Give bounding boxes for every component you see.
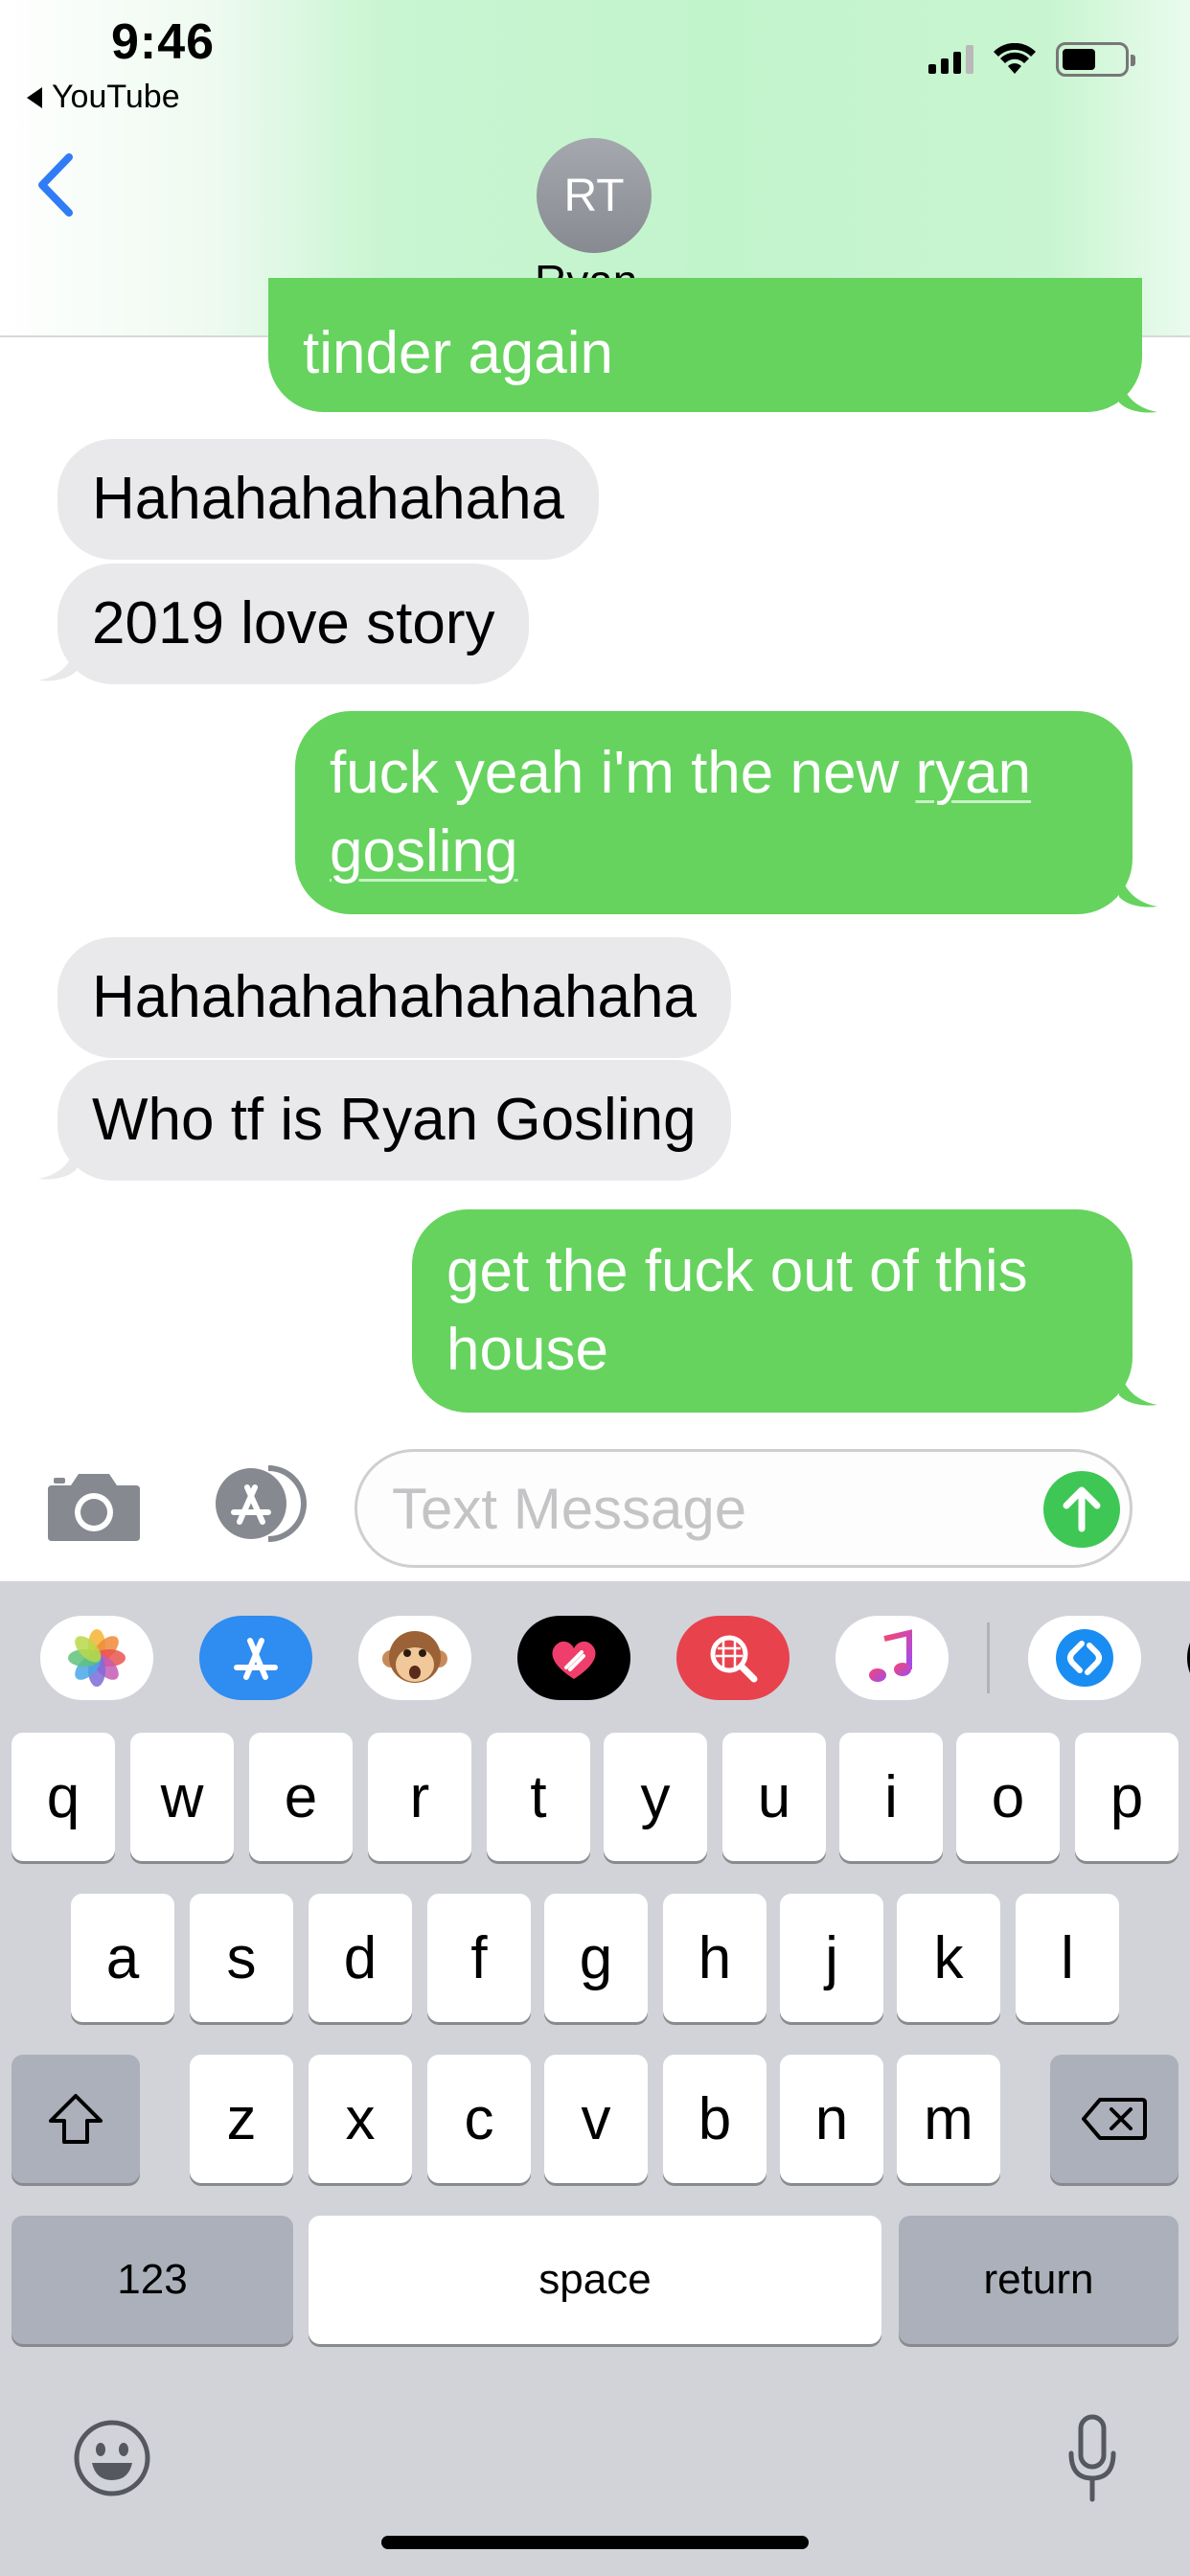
music-app-button[interactable] — [835, 1616, 949, 1700]
shazam-app-button[interactable] — [1028, 1616, 1141, 1700]
received-tail — [38, 644, 77, 681]
shift-icon — [49, 2094, 103, 2144]
digital-touch-app-button[interactable] — [517, 1616, 630, 1700]
imessage-app-drawer — [0, 1581, 1190, 1735]
send-button[interactable] — [1043, 1471, 1120, 1548]
contact-avatar[interactable]: RT — [537, 138, 652, 253]
key-e[interactable]: e — [249, 1733, 353, 1861]
status-time: 9:46 — [111, 14, 216, 70]
image-search-app-button[interactable] — [676, 1616, 790, 1700]
battery-icon — [1056, 42, 1135, 77]
key-a[interactable]: a — [71, 1894, 174, 2022]
arrow-up-icon — [1063, 1486, 1101, 1532]
status-icons — [928, 42, 1135, 77]
message-text-field[interactable] — [355, 1449, 1133, 1568]
numbers-key[interactable]: 123 — [11, 2216, 293, 2344]
app-store-icon — [234, 1638, 278, 1680]
key-s[interactable]: s — [190, 1894, 293, 2022]
avatar-initials: RT — [563, 170, 625, 221]
message-input[interactable] — [392, 1475, 967, 1542]
key-u[interactable]: u — [722, 1733, 826, 1861]
key-g[interactable]: g — [544, 1894, 648, 2022]
sent-message-bubble[interactable]: tinder again — [268, 278, 1142, 412]
back-chevron-icon[interactable] — [33, 151, 77, 218]
key-m[interactable]: m — [897, 2055, 1000, 2183]
space-key[interactable]: space — [309, 2216, 881, 2344]
photos-icon — [68, 1629, 126, 1687]
delete-icon — [1082, 2098, 1147, 2140]
back-to-app-link[interactable]: YouTube — [27, 79, 180, 116]
photos-app-button[interactable] — [40, 1616, 153, 1700]
keyboard: q w e r t y u i o p a s d f g h j k l z … — [0, 1581, 1190, 2576]
return-key[interactable]: return — [899, 2216, 1179, 2344]
received-message-bubble[interactable]: 2019 love story — [57, 564, 530, 684]
key-r[interactable]: r — [368, 1733, 471, 1861]
message-text: Hahahahahahahahaha — [92, 964, 697, 1030]
shift-key[interactable] — [11, 2055, 140, 2183]
app-store-app-button[interactable] — [199, 1616, 312, 1700]
key-c[interactable]: c — [427, 2055, 531, 2183]
key-l[interactable]: l — [1016, 1894, 1119, 2022]
key-z[interactable]: z — [190, 2055, 293, 2183]
sent-tail — [1119, 870, 1157, 908]
message-text: tinder again — [303, 320, 614, 386]
key-v[interactable]: v — [544, 2055, 648, 2183]
received-message-bubble[interactable]: Hahahahahahaha — [57, 439, 600, 560]
key-w[interactable]: w — [130, 1733, 234, 1861]
key-k[interactable]: k — [897, 1894, 1000, 2022]
animoji-icon — [382, 1631, 447, 1683]
music-icon — [869, 1629, 912, 1682]
message-text: house — [446, 1317, 608, 1383]
key-x[interactable]: x — [309, 2055, 412, 2183]
app-store-drawer-icon[interactable] — [201, 1460, 307, 1547]
received-message-bubble[interactable]: Who tf is Ryan Gosling — [57, 1060, 731, 1181]
key-y[interactable]: y — [604, 1733, 707, 1861]
message-text: Hahahahahahaha — [92, 466, 565, 532]
back-app-label: YouTube — [52, 79, 180, 115]
key-i[interactable]: i — [839, 1733, 943, 1861]
sent-tail — [1119, 1368, 1157, 1406]
sent-message-bubble[interactable]: fuck yeah i'm the new ryan gosling — [295, 711, 1133, 914]
dictation-mic-icon[interactable] — [1064, 2413, 1121, 2505]
compose-bar — [0, 1428, 1190, 1581]
key-o[interactable]: o — [956, 1733, 1060, 1861]
received-tail — [38, 1142, 77, 1180]
emoji-icon[interactable] — [71, 2417, 153, 2499]
key-t[interactable]: t — [487, 1733, 590, 1861]
key-n[interactable]: n — [780, 2055, 883, 2183]
drawer-divider — [987, 1622, 990, 1693]
digital-touch-icon — [552, 1641, 596, 1679]
image-search-icon — [710, 1635, 758, 1683]
message-text: fuck yeah i'm the new — [330, 740, 916, 806]
key-p[interactable]: p — [1075, 1733, 1179, 1861]
data-detector-link[interactable]: gosling — [330, 818, 517, 885]
message-text: get the fuck out of this — [446, 1238, 1028, 1304]
key-h[interactable]: h — [663, 1894, 767, 2022]
sent-message-bubble[interactable]: get the fuck out of this house — [412, 1209, 1133, 1413]
message-text: Who tf is Ryan Gosling — [92, 1087, 697, 1153]
wifi-icon — [994, 43, 1036, 74]
back-triangle-icon — [27, 86, 42, 108]
key-j[interactable]: j — [780, 1894, 883, 2022]
key-b[interactable]: b — [663, 2055, 767, 2183]
camera-icon[interactable] — [46, 1466, 142, 1543]
key-q[interactable]: q — [11, 1733, 115, 1861]
data-detector-link[interactable]: ryan — [915, 740, 1031, 806]
received-message-bubble[interactable]: Hahahahahahahahaha — [57, 937, 731, 1058]
animoji-app-button[interactable] — [358, 1616, 471, 1700]
shazam-icon — [1056, 1629, 1113, 1687]
home-indicator[interactable] — [381, 2536, 809, 2549]
key-d[interactable]: d — [309, 1894, 412, 2022]
cellular-signal-icon — [928, 45, 973, 74]
sent-tail — [1119, 376, 1157, 413]
key-f[interactable]: f — [427, 1894, 531, 2022]
delete-key[interactable] — [1050, 2055, 1179, 2183]
message-text: 2019 love story — [92, 590, 495, 656]
